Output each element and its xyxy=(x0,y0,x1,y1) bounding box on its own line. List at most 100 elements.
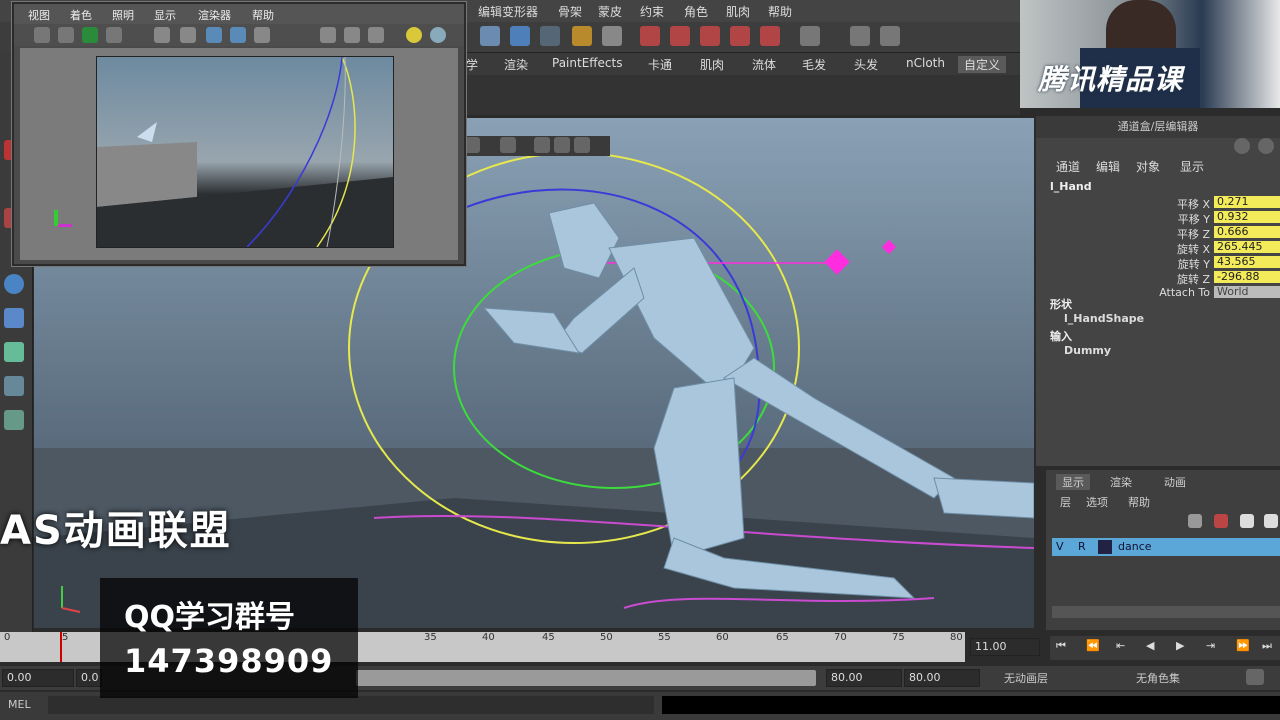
tab-custom[interactable]: 自定义 xyxy=(958,56,1007,73)
ik-handle-icon[interactable] xyxy=(700,26,720,46)
tab-fur[interactable]: 毛发 xyxy=(796,56,832,73)
layer-color-swatch[interactable] xyxy=(1098,540,1112,554)
character-set-dropdown[interactable]: 无角色集 xyxy=(1136,670,1180,686)
pole-vector-control[interactable] xyxy=(824,249,850,275)
tab-hair[interactable]: 头发 xyxy=(848,56,884,73)
step-back-key-icon[interactable]: ⏪ xyxy=(1086,639,1100,652)
attr-label-rotate-z[interactable]: 旋转 Z xyxy=(1090,271,1210,287)
attr-label-translate-x[interactable]: 平移 X xyxy=(1090,196,1210,212)
attr-value-attach-to[interactable]: World xyxy=(1214,286,1280,298)
textured-icon[interactable] xyxy=(254,27,270,43)
camera-view[interactable] xyxy=(96,56,394,248)
channel-menu-edit[interactable]: 编辑 xyxy=(1096,158,1120,175)
play-forward-icon[interactable]: ▶ xyxy=(1176,639,1184,652)
attr-label-rotate-x[interactable]: 旋转 X xyxy=(1090,241,1210,257)
go-to-end-icon[interactable]: ⏭ xyxy=(1262,639,1272,653)
pin-icon[interactable] xyxy=(1234,138,1250,154)
panel-menu-shading[interactable]: 着色 xyxy=(70,7,92,23)
grid-icon[interactable] xyxy=(82,27,98,43)
left-hand[interactable] xyxy=(482,307,581,354)
move-layer-up-icon[interactable] xyxy=(1240,514,1254,528)
channel-menu-show[interactable]: 显示 xyxy=(1180,158,1204,175)
panel-menu-view[interactable]: 视图 xyxy=(28,7,50,23)
all-lights-icon[interactable] xyxy=(406,27,422,43)
render-icon[interactable] xyxy=(602,26,622,46)
tab-render-layers[interactable]: 渲染 xyxy=(1110,474,1132,490)
camera-icon[interactable] xyxy=(464,137,480,153)
snap-curve-icon[interactable] xyxy=(510,26,530,46)
xray-icon[interactable] xyxy=(534,137,550,153)
tab-toon[interactable]: 卡通 xyxy=(642,56,678,73)
share-icon[interactable] xyxy=(574,137,590,153)
skin-weight-icon[interactable] xyxy=(760,26,780,46)
shape-node-name[interactable]: l_HandShape xyxy=(1064,312,1144,325)
layer-menu-layers[interactable]: 层 xyxy=(1060,494,1071,510)
attr-label-rotate-y[interactable]: 旋转 Y xyxy=(1090,256,1210,272)
attr-value-translate-x[interactable]: 0.271 xyxy=(1214,196,1280,208)
snap-grid-icon[interactable] xyxy=(480,26,500,46)
film-gate-icon[interactable] xyxy=(106,27,122,43)
layer-menu-options[interactable]: 选项 xyxy=(1086,494,1108,510)
input-node-name[interactable]: Dummy xyxy=(1064,344,1111,357)
layer-scrollbar[interactable] xyxy=(1052,606,1280,618)
layer-reference-toggle[interactable]: R xyxy=(1078,540,1086,553)
channel-menu-channels[interactable]: 通道 xyxy=(1056,158,1080,175)
new-layer-icon[interactable] xyxy=(1188,514,1202,528)
attr-label-translate-y[interactable]: 平移 Y xyxy=(1090,211,1210,227)
panel-menu-show[interactable]: 显示 xyxy=(154,7,176,23)
smooth-shading-icon[interactable] xyxy=(230,27,246,43)
layer-row-dance[interactable]: V R dance xyxy=(1052,538,1280,556)
range-slider-handle[interactable] xyxy=(356,670,816,686)
history-icon[interactable] xyxy=(1258,138,1274,154)
menu-skeleton[interactable]: 骨架 xyxy=(558,3,582,20)
tab-muscle[interactable]: 肌肉 xyxy=(694,56,730,73)
menu-skin[interactable]: 蒙皮 xyxy=(598,3,622,20)
tab-fluids[interactable]: 流体 xyxy=(746,56,782,73)
layout-four-icon[interactable] xyxy=(4,376,24,396)
attr-value-rotate-x[interactable]: 265.445 xyxy=(1214,241,1280,253)
channel-box-toggle-icon[interactable] xyxy=(800,26,820,46)
attr-label-translate-z[interactable]: 平移 Z xyxy=(1090,226,1210,242)
ik-joint-icon[interactable] xyxy=(640,26,660,46)
select-camera-icon[interactable] xyxy=(34,27,50,43)
panel-menu-lighting[interactable]: 照明 xyxy=(112,7,134,23)
playback-start-field[interactable]: 0.0 xyxy=(76,669,102,687)
tool-settings-icon[interactable] xyxy=(880,26,900,46)
step-back-frame-icon[interactable]: ⇤ xyxy=(1116,639,1125,652)
help-icon[interactable] xyxy=(540,26,560,46)
step-forward-frame-icon[interactable]: ⇥ xyxy=(1206,639,1215,652)
layout-single-icon[interactable] xyxy=(4,342,24,362)
bookmark-icon[interactable] xyxy=(58,27,74,43)
constraint-icon[interactable] xyxy=(730,26,750,46)
default-light-icon[interactable] xyxy=(320,27,336,43)
layer-visibility-toggle[interactable]: V xyxy=(1056,540,1064,553)
safe-action-icon[interactable] xyxy=(180,27,196,43)
panel-menu-help[interactable]: 帮助 xyxy=(252,7,274,23)
animation-end-field[interactable]: 80.00 xyxy=(904,669,980,687)
outliner-layout-icon[interactable] xyxy=(4,410,24,430)
menu-character[interactable]: 角色 xyxy=(684,3,708,20)
command-language-label[interactable]: MEL xyxy=(8,698,31,711)
tab-ncloth[interactable]: nCloth xyxy=(900,56,951,70)
checker-icon[interactable] xyxy=(368,27,384,43)
new-layer-selected-icon[interactable] xyxy=(1214,514,1228,528)
auto-key-icon[interactable] xyxy=(1246,669,1264,685)
cube-icon[interactable] xyxy=(4,308,24,328)
wireframe-icon[interactable] xyxy=(554,137,570,153)
floating-panel-window[interactable]: 视图 着色 照明 显示 渲染器 帮助 xyxy=(12,2,466,266)
secondary-control[interactable] xyxy=(881,239,897,255)
head[interactable] xyxy=(548,202,620,279)
menu-constrain[interactable]: 约束 xyxy=(640,3,664,20)
shadows-icon[interactable] xyxy=(344,27,360,43)
playback-end-field[interactable]: 80.00 xyxy=(826,669,902,687)
attr-label-attach-to[interactable]: Attach To xyxy=(1090,286,1210,299)
attr-value-translate-y[interactable]: 0.932 xyxy=(1214,211,1280,223)
step-forward-key-icon[interactable]: ⏩ xyxy=(1236,639,1250,652)
layer-name[interactable]: dance xyxy=(1118,540,1152,553)
sphere-icon[interactable] xyxy=(4,274,24,294)
tab-anim-layers[interactable]: 动画 xyxy=(1164,474,1186,490)
tab-painteffects[interactable]: PaintEffects xyxy=(546,56,628,70)
resolution-gate-icon[interactable] xyxy=(154,27,170,43)
right-foot[interactable] xyxy=(933,477,1034,519)
current-time-field[interactable]: 11.00 xyxy=(970,638,1040,656)
